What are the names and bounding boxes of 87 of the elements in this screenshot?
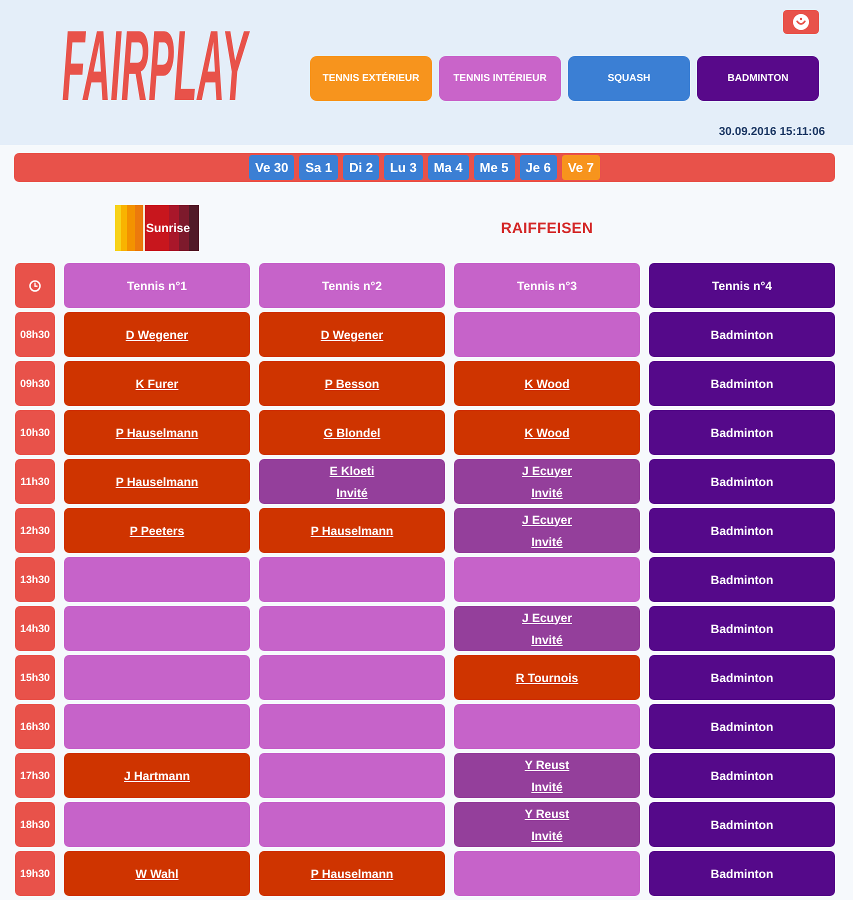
guest-link[interactable]: Invité [531,776,563,798]
time-cell: 09h30 [15,361,55,406]
player-link[interactable]: Y Reust [524,802,570,824]
player-link[interactable]: G Blondel [324,422,380,444]
player-link[interactable]: D Wegener [320,324,384,346]
player-link[interactable]: K Furer [136,372,178,394]
guest-link[interactable]: Invité [531,824,563,846]
time-cell: 10h30 [15,410,55,455]
blocked-slot: Badminton [649,704,835,749]
sport-button[interactable]: SQUASH [568,56,690,101]
player-link[interactable]: P Hauselmann [116,470,198,492]
player-link[interactable]: P Hauselmann [116,422,198,444]
blocked-slot: Badminton [649,557,835,602]
free-slot[interactable] [64,802,250,847]
free-slot[interactable] [259,606,445,651]
blocked-slot: Badminton [649,361,835,406]
time-cell: 12h30 [15,508,55,553]
time-cell: 08h30 [15,312,55,357]
player-link[interactable]: K Wood [524,422,570,444]
blocked-slot: Badminton [649,802,835,847]
day-tab[interactable]: Sa 1 [299,155,338,180]
free-slot[interactable] [64,655,250,700]
guest-link[interactable]: Invité [531,482,563,504]
player-link[interactable]: K Wood [524,372,570,394]
free-slot[interactable] [454,851,640,896]
time-cell: 13h30 [15,557,55,602]
day-tab[interactable]: Je 6 [520,155,557,180]
player-link[interactable]: J Ecuyer [522,508,572,530]
time-cell: 11h30 [15,459,55,504]
blocked-slot: Badminton [649,606,835,651]
sport-button[interactable]: TENNIS INTÉRIEUR [439,56,561,101]
free-slot[interactable] [259,753,445,798]
player-link[interactable]: P Hauselmann [310,862,394,884]
blocked-slot: Badminton [649,655,835,700]
free-slot[interactable] [454,704,640,749]
account-button[interactable] [783,10,819,34]
player-link[interactable]: J Ecuyer [522,460,572,482]
sport-button[interactable]: BADMINTON [697,56,819,101]
player-link[interactable]: J Hartmann [124,764,190,786]
blocked-slot: Badminton [649,508,835,553]
guest-link[interactable]: Invité [336,482,368,504]
blocked-slot: Badminton [649,312,835,357]
court-header: Tennis n°2 [259,263,445,308]
day-tab[interactable]: Di 2 [343,155,379,180]
player-link[interactable]: P Hauselmann [310,520,394,542]
player-link[interactable]: P Besson [324,372,380,394]
guest-link[interactable]: Invité [531,530,563,552]
blocked-slot: Badminton [649,410,835,455]
free-slot[interactable] [259,704,445,749]
site-logo: FAIRPLAY [62,26,248,106]
time-cell: 15h30 [15,655,55,700]
free-slot[interactable] [64,606,250,651]
time-cell: 17h30 [15,753,55,798]
free-slot[interactable] [259,802,445,847]
court-header: Tennis n°1 [64,263,250,308]
day-tab[interactable]: Lu 3 [384,155,423,180]
free-slot[interactable] [64,704,250,749]
player-link[interactable]: R Tournois [516,666,578,688]
day-tab[interactable]: Ma 4 [428,155,469,180]
time-cell: 14h30 [15,606,55,651]
court-header: Tennis n°3 [454,263,640,308]
free-slot[interactable] [454,312,640,357]
guest-link[interactable]: Invité [531,628,563,650]
free-slot[interactable] [259,557,445,602]
clock-icon [29,280,41,292]
time-cell: 19h30 [15,851,55,896]
player-link[interactable]: Y Reust [524,754,570,776]
smiley-icon [793,14,809,30]
time-cell: 16h30 [15,704,55,749]
day-tab[interactable]: Me 5 [474,155,515,180]
sponsor-logo: Sunrise [115,205,199,251]
player-link[interactable]: W Wahl [136,862,178,884]
blocked-slot: Badminton [649,851,835,896]
blocked-slot: Badminton [649,459,835,504]
free-slot[interactable] [259,655,445,700]
player-link[interactable]: J Ecuyer [522,606,572,628]
free-slot[interactable] [64,557,250,602]
day-tab[interactable]: Ve 30 [249,155,294,180]
time-cell: 18h30 [15,802,55,847]
blocked-slot: Badminton [649,753,835,798]
player-link[interactable]: E Kloeti [330,460,374,482]
court-header: Tennis n°4 [649,263,835,308]
player-link[interactable]: D Wegener [126,324,188,346]
date-time: 30.09.2016 15:11:06 [718,125,825,139]
sponsor-wordmark: RAIFFEISEN [500,220,594,236]
free-slot[interactable] [454,557,640,602]
player-link[interactable]: P Peeters [130,520,184,542]
